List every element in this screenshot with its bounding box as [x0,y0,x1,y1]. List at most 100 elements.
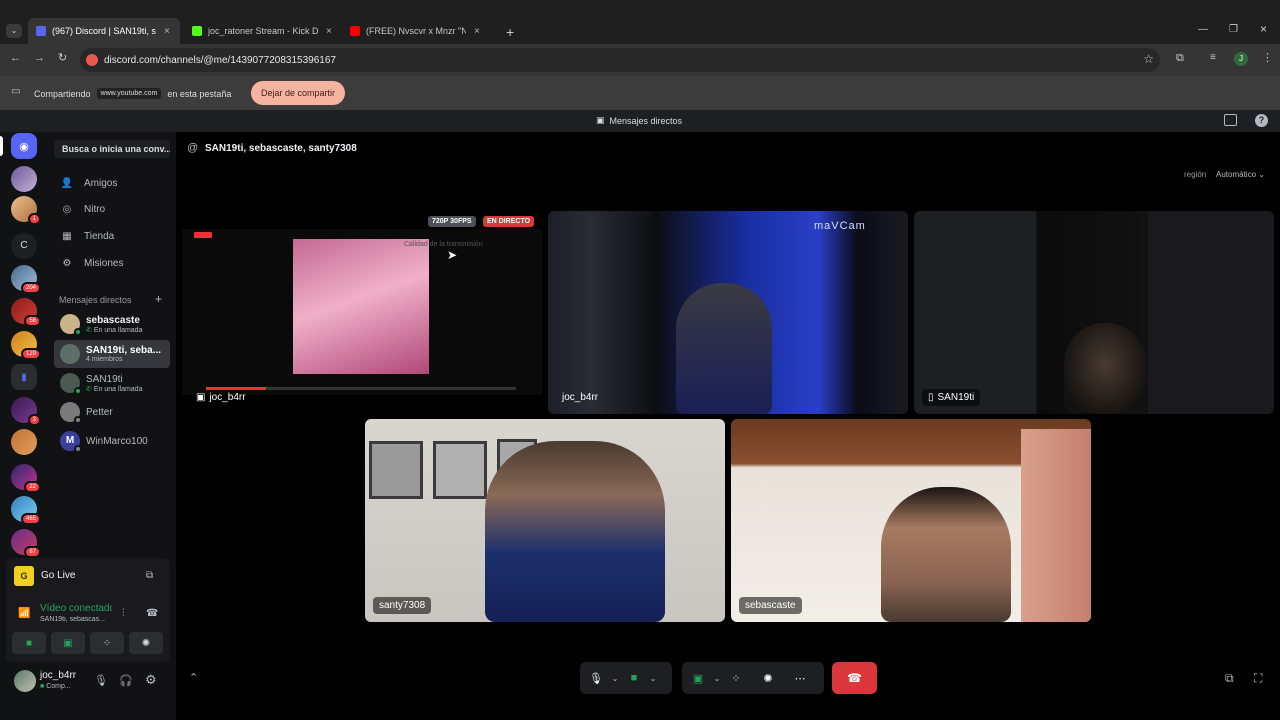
wall-frame [369,441,423,499]
back-icon[interactable]: ← [10,52,21,64]
site-info-icon[interactable] [86,54,98,66]
audio-video-controls: 🎙 ⌄ ■ ⌄ [580,662,672,694]
popout-window-icon[interactable]: ⧉ [1225,671,1234,686]
screen-share-button[interactable]: ▣ [51,632,85,654]
chevron-down-icon[interactable]: ⌄ [710,674,724,683]
quests-icon: ⚙ [62,257,72,269]
shared-site: www.youtube.com [96,88,162,99]
dm-item-petter[interactable]: Petter [54,398,170,426]
bookmark-star-icon[interactable]: ☆ [1143,52,1154,66]
collapse-chevron-icon[interactable]: ⌃ [189,671,198,684]
hang-up-button[interactable]: ☎ [832,662,877,694]
noise-suppression-icon[interactable]: ⫶ [122,608,125,619]
signal-icon: 📶 [18,608,31,619]
headphones-icon[interactable]: 🎧 [119,674,133,687]
dm-item-winmarco100[interactable]: M WinMarco100 [54,427,170,455]
browser-tab-youtube[interactable]: (FREE) Nvscvr x Mnzr "Ni tú × [342,18,498,44]
reload-icon[interactable]: ↻ [58,51,67,64]
settings-gear-icon[interactable]: ⚙ [145,672,157,688]
soundboard-button[interactable]: ✺ [129,632,163,654]
add-dm-button[interactable]: + [155,292,162,306]
activities-button[interactable]: ⁘ [90,632,124,654]
server-icon[interactable]: 56 [11,298,41,327]
restore-icon[interactable]: ❐ [1229,24,1238,35]
discord-title-bar: ▣ Mensajes directos ? [0,110,1280,132]
url-field[interactable]: discord.com/channels/@me/143907720831539… [80,48,1160,72]
screen-share-icon[interactable]: ▣ [686,666,710,690]
mention-badge: 56 [24,315,41,327]
server-icon[interactable]: 3 [11,397,41,426]
folder-icon[interactable]: ▮ [11,364,37,390]
nav-shop[interactable]: ▦ Tienda [56,225,168,247]
mention-badge: 22 [24,481,41,493]
close-icon[interactable]: × [474,26,480,37]
more-options-icon[interactable]: ⋯ [788,666,812,690]
server-icon[interactable]: 465 [11,496,41,525]
microphone-icon[interactable]: 🎙 [584,666,608,690]
screen-share-icon: ▭ [11,86,21,97]
group-avatar [60,344,80,364]
discord-home-icon[interactable]: ◉ [11,133,37,159]
avatar [60,373,82,395]
server-icon[interactable] [11,166,37,192]
browser-tab-discord[interactable]: (967) Discord | SAN19ti, seb × [28,18,180,44]
microphone-icon[interactable]: 🎙 [94,674,108,687]
voice-channel: SAN19ti, sebascas... [40,616,105,623]
dm-icon: ▣ [596,115,605,125]
minimize-icon[interactable]: — [1198,24,1208,35]
camera-toggle-button[interactable]: ■ [12,632,46,654]
stream-tile[interactable]: Calidad de la transmisión 720P 30FPS EN … [182,211,542,414]
server-icon[interactable]: 22 [11,464,41,493]
inbox-icon[interactable] [1224,114,1237,126]
nav-nitro[interactable]: ◎ Nitro [56,198,168,220]
help-icon[interactable]: ? [1255,114,1268,127]
popout-icon[interactable]: ⧉ [146,570,153,581]
soundboard-icon[interactable]: ✺ [756,666,780,690]
server-icon[interactable]: 87 [11,529,41,558]
dm-item-san19ti[interactable]: SAN19ti ✆ En una llamada [54,369,170,397]
video-tile[interactable]: santy7308 [365,419,725,622]
server-letter[interactable]: C [11,233,37,259]
server-icon[interactable] [11,429,37,455]
server-icon[interactable]: 129 [11,331,41,360]
user-avatar[interactable] [14,670,36,692]
browser-menu-icon[interactable]: ⋮ [1262,51,1273,64]
profile-avatar[interactable]: J [1234,52,1248,66]
chevron-down-icon[interactable]: ⌄ [646,674,660,683]
server-icon[interactable]: 204 [11,265,41,294]
nav-friends[interactable]: 👤 Amigos [56,172,168,194]
close-window-icon[interactable]: × [1260,22,1267,36]
server-icon[interactable]: 1 [11,196,41,225]
search-input[interactable]: Busca o inicia una conv... [54,140,170,158]
youtube-favicon-icon [350,26,360,36]
close-icon[interactable]: × [326,26,332,37]
participant-nametag: sebascaste [739,597,802,614]
browser-tab-kick[interactable]: joc_ratoner Stream - Kick Dashb × [184,18,340,44]
disconnect-icon[interactable]: ☎ [146,608,158,619]
screen-share-small-icon: ▣ [196,392,206,403]
dm-subtitle-text: En una llamada [93,326,143,334]
dm-item-group[interactable]: SAN19ti, seba... 4 miembros [54,340,170,368]
chevron-down-icon[interactable]: ⌄ [608,674,622,683]
media-control-icon[interactable]: ≡ [1210,52,1216,63]
user-panel: joc_b4rr ■ Comp... 🎙 🎧 ⚙ [6,664,170,700]
video-tile[interactable]: sebascaste [731,419,1091,622]
region-value: Automático [1216,170,1257,179]
person-silhouette [881,487,1011,622]
stop-sharing-button[interactable]: Dejar de compartir [251,81,346,105]
nav-quests[interactable]: ⚙ Misiones [56,252,168,274]
dm-name: Petter [86,406,113,418]
video-tile[interactable]: maVCam joc_b4rr [548,211,908,414]
video-tile[interactable]: ▯ SAN19ti [914,211,1274,414]
fullscreen-icon[interactable]: ⛶ [1254,671,1262,686]
region-select[interactable]: Automático ⌄ [1216,170,1265,179]
forward-icon[interactable]: → [34,52,45,64]
participant-name: joc_b4rr [209,392,246,403]
extensions-icon[interactable]: ⧉ [1176,52,1184,65]
camera-icon[interactable]: ■ [622,666,646,690]
new-tab-button[interactable]: + [506,24,514,40]
activities-icon[interactable]: ⁘ [724,666,748,690]
dm-item-sebascaste[interactable]: sebascaste ✆ En una llamada [54,310,170,338]
close-icon[interactable]: × [164,26,170,37]
tab-search-button[interactable]: ⌄ [6,24,22,38]
